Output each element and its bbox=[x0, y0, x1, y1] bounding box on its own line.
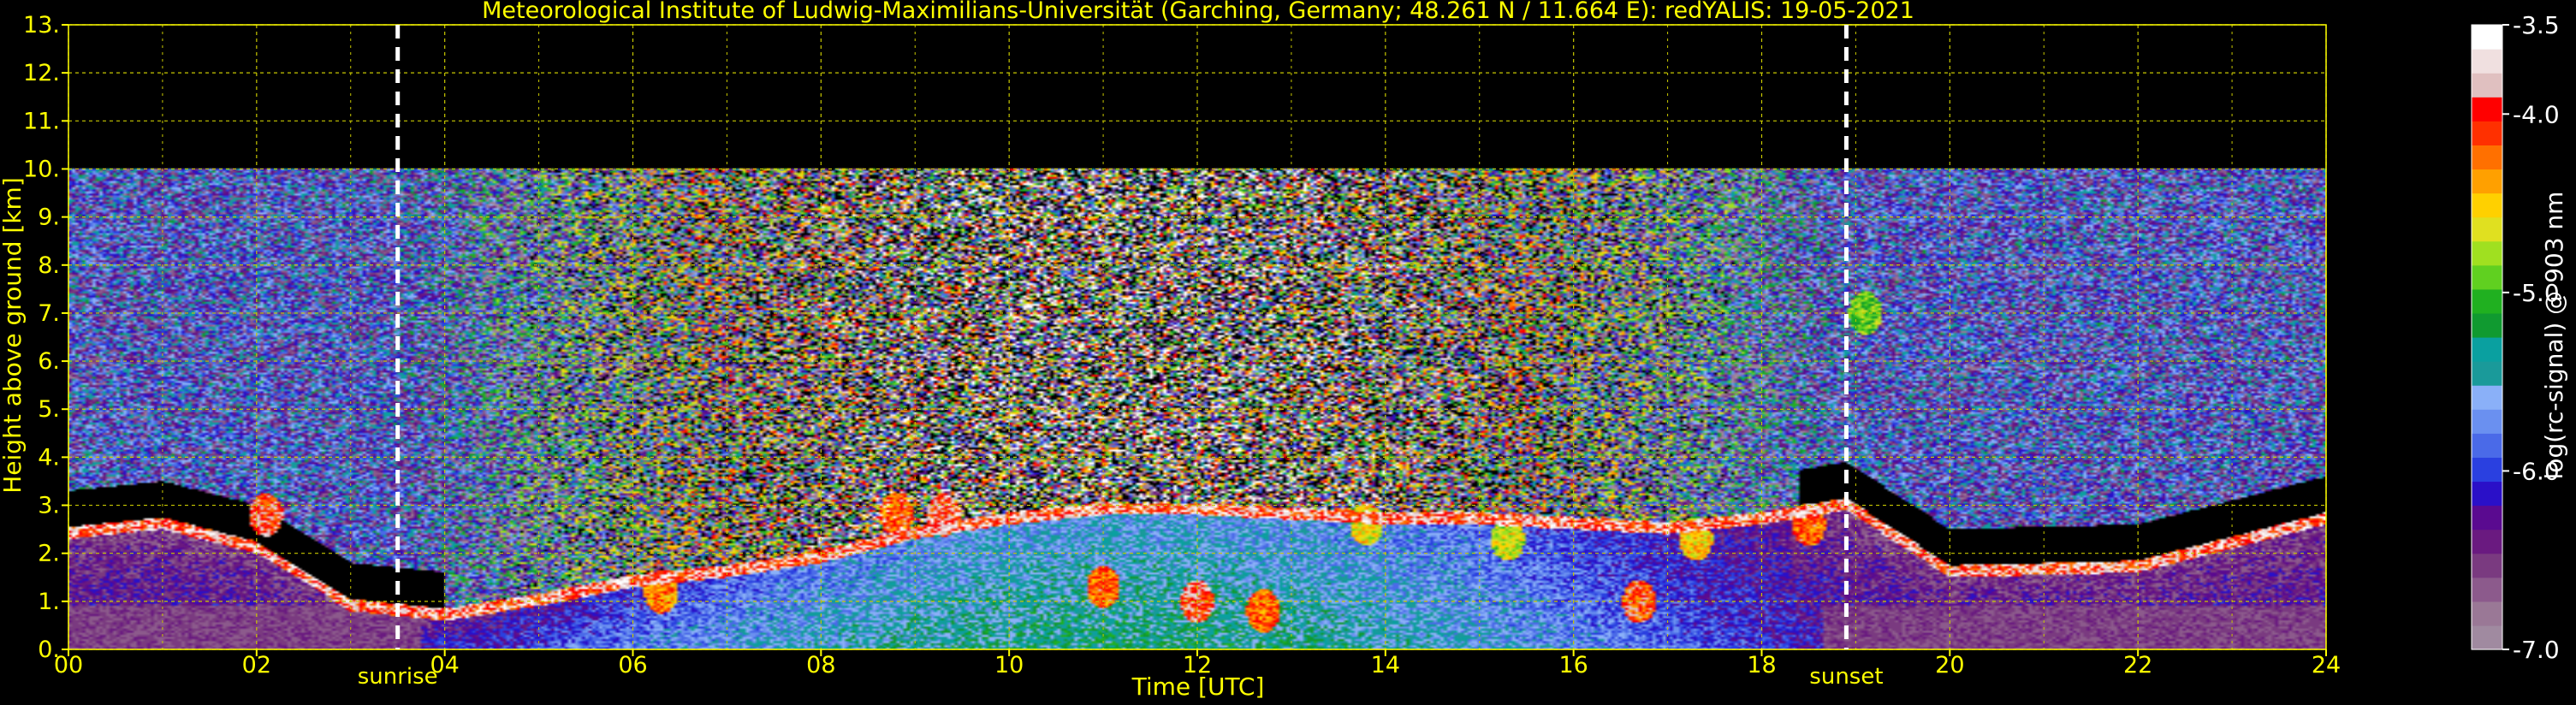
backscatter-field bbox=[68, 25, 2326, 649]
colorbar-segment bbox=[2472, 625, 2502, 650]
colorbar-segment bbox=[2472, 601, 2502, 626]
lidar-figure: Meteorological Institute of Ludwig-Maxim… bbox=[0, 0, 2576, 705]
y-tick-label: 3. bbox=[38, 493, 60, 519]
colorbar-segment bbox=[2472, 25, 2502, 50]
y-tick-label: 10. bbox=[23, 156, 60, 182]
colorbar-segment bbox=[2472, 49, 2502, 74]
chart-title: Meteorological Institute of Ludwig-Maxim… bbox=[482, 0, 1914, 24]
colorbar-tick-label: -4.0 bbox=[2513, 100, 2560, 128]
y-tick-label: 0. bbox=[38, 637, 60, 663]
colorbar-segment bbox=[2472, 505, 2502, 530]
x-tick-label: 22 bbox=[2123, 652, 2152, 678]
y-tick-label: 13. bbox=[23, 12, 60, 39]
colorbar-segment bbox=[2472, 529, 2502, 554]
colorbar-segment bbox=[2472, 409, 2502, 434]
x-tick-label: 16 bbox=[1558, 652, 1588, 678]
colorbar-segment bbox=[2472, 312, 2502, 338]
y-tick-label: 1. bbox=[38, 589, 60, 615]
colorbar-segment bbox=[2472, 457, 2502, 483]
colorbar-tick-label: -3.5 bbox=[2513, 11, 2560, 39]
sunset-label: sunset bbox=[1809, 664, 1883, 690]
colorbar-tick-label: -7.0 bbox=[2513, 636, 2560, 664]
colorbar-segment bbox=[2472, 193, 2502, 218]
colorbar-segment bbox=[2472, 145, 2502, 170]
x-tick-label: 24 bbox=[2312, 652, 2341, 678]
colorbar-segment bbox=[2472, 264, 2502, 290]
colorbar-segment bbox=[2472, 216, 2502, 242]
x-tick-label: 02 bbox=[242, 652, 271, 678]
colorbar-segment bbox=[2472, 169, 2502, 194]
colorbar-segment bbox=[2472, 385, 2502, 410]
y-tick-label: 9. bbox=[38, 204, 60, 231]
x-tick-label: 14 bbox=[1371, 652, 1400, 678]
y-tick-label: 12. bbox=[23, 60, 60, 86]
x-axis-label: Time [UTC] bbox=[1131, 672, 1265, 701]
y-tick-label: 11. bbox=[23, 108, 60, 134]
y-tick-label: 6. bbox=[38, 348, 60, 375]
x-tick-label: 04 bbox=[430, 652, 459, 678]
plot-area bbox=[68, 25, 2326, 649]
x-tick-label: 18 bbox=[1747, 652, 1776, 678]
y-tick-label: 4. bbox=[38, 444, 60, 471]
colorbar-segment bbox=[2472, 577, 2502, 602]
colorbar-segment bbox=[2472, 240, 2502, 266]
colorbar-segment bbox=[2472, 361, 2502, 386]
x-tick-label: 10 bbox=[994, 652, 1024, 678]
colorbar-segment bbox=[2472, 288, 2502, 314]
colorbar-segment bbox=[2472, 97, 2502, 121]
sunrise-label: sunrise bbox=[358, 664, 438, 690]
y-tick-label: 5. bbox=[38, 396, 60, 423]
colorbar-segment bbox=[2472, 121, 2502, 145]
colorbar-label: log(rc-signal) @ 903 nm bbox=[2540, 192, 2568, 480]
y-tick-label: 8. bbox=[38, 252, 60, 279]
y-tick-label: 2. bbox=[38, 541, 60, 567]
colorbar-segment bbox=[2472, 481, 2502, 507]
y-tick-label: 7. bbox=[38, 300, 60, 327]
colorbar-segment bbox=[2472, 433, 2502, 458]
colorbar-segment bbox=[2472, 553, 2502, 578]
x-tick-label: 20 bbox=[1935, 652, 1964, 678]
x-tick-label: 06 bbox=[618, 652, 647, 678]
x-tick-label: 08 bbox=[806, 652, 835, 678]
colorbar-segment bbox=[2472, 73, 2502, 98]
y-axis-label: Height above ground [km] bbox=[0, 177, 27, 494]
colorbar-segment bbox=[2472, 337, 2502, 362]
